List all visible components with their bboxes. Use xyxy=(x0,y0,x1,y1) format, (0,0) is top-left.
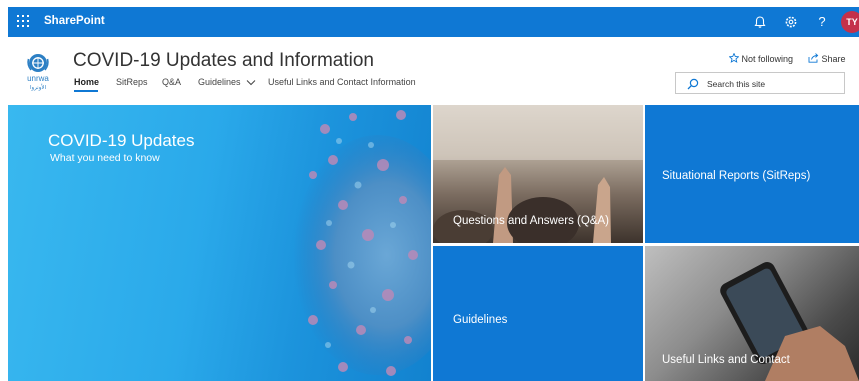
hero-tile-qa[interactable]: Questions and Answers (Q&A) xyxy=(433,105,643,243)
unrwa-logo[interactable]: unrwa الأونروا xyxy=(20,51,56,93)
search-icon xyxy=(687,78,699,90)
star-icon xyxy=(728,52,740,63)
hero-main-subtitle: What you need to know xyxy=(50,152,160,164)
coronavirus-image xyxy=(293,110,431,376)
hero-tile-guidelines[interactable]: Guidelines xyxy=(433,246,643,381)
follow-label: Not following xyxy=(741,54,794,64)
window-edge xyxy=(0,0,8,381)
share-button[interactable]: Share xyxy=(808,53,846,64)
hero-tile-useful-links[interactable]: Useful Links and Contact xyxy=(645,246,859,381)
hero-tile-label: Situational Reports (SitReps) xyxy=(662,170,811,182)
settings-icon[interactable] xyxy=(781,12,801,32)
hero-section: COVID-19 Updates What you need to know Q… xyxy=(8,103,859,381)
nav-item-useful-links[interactable]: Useful Links and Contact Information xyxy=(268,77,416,87)
hero-tile-sitreps[interactable]: Situational Reports (SitReps) xyxy=(645,105,859,243)
share-label: Share xyxy=(821,54,846,64)
logo-text-bottom: الأونروا xyxy=(30,83,47,91)
chevron-down-icon xyxy=(246,80,256,86)
logo-text-top: unrwa xyxy=(27,74,49,83)
help-icon[interactable]: ? xyxy=(812,12,832,32)
app-brand[interactable]: SharePoint xyxy=(44,15,105,27)
share-icon xyxy=(808,53,819,63)
site-title[interactable]: COVID-19 Updates and Information xyxy=(73,50,374,72)
nav-item-guidelines[interactable]: Guidelines xyxy=(198,77,256,87)
nav-item-label: Home xyxy=(74,77,100,87)
hero-tile-label: Guidelines xyxy=(453,314,508,326)
hero-tile-label: Useful Links and Contact xyxy=(662,354,790,366)
site-header: unrwa الأونروا COVID-19 Updates and Info… xyxy=(8,37,859,103)
active-nav-indicator xyxy=(74,90,98,92)
hero-tile-covid-updates[interactable]: COVID-19 Updates What you need to know xyxy=(8,105,431,381)
suite-bar: SharePoint ? TY xyxy=(8,7,859,37)
nav-item-home[interactable]: Home xyxy=(74,77,100,92)
nav-item-sitreps[interactable]: SitReps xyxy=(116,77,148,87)
nav-item-label: Guidelines xyxy=(198,77,241,87)
search-input[interactable]: Search this site xyxy=(707,79,765,89)
nav-item-qa[interactable]: Q&A xyxy=(162,77,181,87)
user-avatar[interactable]: TY xyxy=(841,11,859,33)
site-search-box[interactable]: Search this site xyxy=(675,72,845,94)
hero-main-title: COVID-19 Updates xyxy=(48,131,195,150)
follow-button[interactable]: Not following xyxy=(728,52,794,64)
app-launcher-icon[interactable] xyxy=(17,15,29,27)
hero-tile-label: Questions and Answers (Q&A) xyxy=(453,215,609,227)
notifications-icon[interactable] xyxy=(750,12,770,32)
